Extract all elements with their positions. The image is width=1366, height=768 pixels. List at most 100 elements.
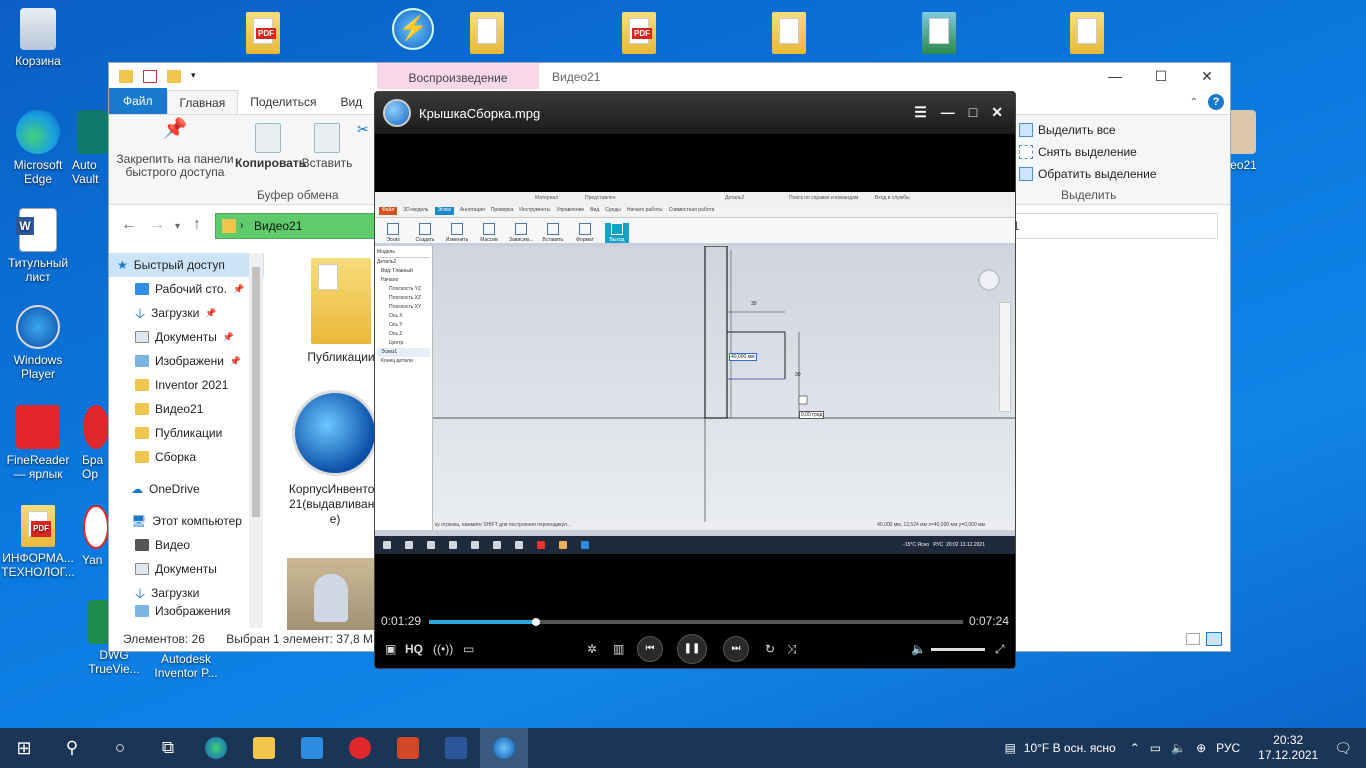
nav-pc-videos[interactable]: Видео xyxy=(109,533,264,557)
nav-item-documents[interactable]: Документы 📌 xyxy=(109,325,264,349)
desktop-icon-recycle-bin[interactable]: Корзина xyxy=(0,8,76,68)
nav-pc-downloads[interactable]: 🡣 Загрузки xyxy=(109,581,264,605)
tab-share[interactable]: Поделиться xyxy=(238,90,328,114)
details-view-icon[interactable] xyxy=(1186,633,1200,645)
weather-icon[interactable]: ▤ xyxy=(1004,741,1015,755)
volume-icon[interactable]: 🔈 xyxy=(1171,741,1186,755)
select-all-button[interactable]: Выделить все xyxy=(1019,123,1116,137)
shuffle-icon[interactable]: ⤨ xyxy=(787,642,797,657)
playlist-icon[interactable]: ☰ xyxy=(914,104,927,121)
open-file-icon[interactable]: ▣ xyxy=(385,642,396,656)
desktop-icon-autodesk-inventor[interactable]: Autodesk Inventor P... xyxy=(148,652,224,680)
tab-view[interactable]: Вид xyxy=(328,90,374,114)
large-icons-view-icon[interactable] xyxy=(1206,632,1222,646)
seek-bar[interactable] xyxy=(429,618,963,626)
network-icon[interactable]: ▭ xyxy=(1150,741,1161,755)
pause-button[interactable]: ❚❚ xyxy=(677,634,707,664)
taskbar-powerpoint[interactable] xyxy=(384,728,432,768)
fullscreen-icon[interactable]: ⤢ xyxy=(995,642,1005,657)
nav-pc-images[interactable]: Изображения xyxy=(109,605,264,617)
equalizer-icon[interactable]: ▥ xyxy=(613,642,624,656)
desktop-icon-finereader[interactable]: FineReader — ярлык xyxy=(0,405,76,481)
task-view-button[interactable]: ⧉ xyxy=(144,728,192,768)
maximize-icon[interactable]: □ xyxy=(969,104,977,121)
copy-button[interactable]: Копировать xyxy=(235,123,306,170)
maximize-button[interactable]: ☐ xyxy=(1138,63,1184,89)
nav-item-images[interactable]: Изображени 📌 xyxy=(109,349,264,373)
nav-item-inventor[interactable]: Inventor 2021 xyxy=(109,373,264,397)
video-thumbnail[interactable] xyxy=(287,558,375,630)
desktop-icon-title-page[interactable]: W Титульный лист xyxy=(0,208,76,284)
help-icon[interactable]: ? xyxy=(1208,94,1224,110)
settings-icon[interactable]: ✲ xyxy=(587,642,597,656)
desktop-doc-folder[interactable] xyxy=(470,12,504,54)
nav-item-assembly[interactable]: Сборка xyxy=(109,445,264,469)
seek-handle[interactable] xyxy=(531,618,540,626)
properties-icon[interactable] xyxy=(143,69,157,83)
desktop-pdf-folder-1[interactable]: PDF xyxy=(246,12,280,54)
nav-pc-documents[interactable]: Документы xyxy=(109,557,264,581)
nav-item-publications[interactable]: Публикации xyxy=(109,421,264,445)
desktop-icon-windows-player[interactable]: Windows Player xyxy=(0,305,76,381)
tab-file[interactable]: Файл xyxy=(109,88,167,114)
volume-icon[interactable]: 🔈 xyxy=(911,642,926,656)
paste-button[interactable]: Вставить xyxy=(301,123,353,170)
desktop-pdf-folder-2[interactable]: PDF xyxy=(622,12,656,54)
desktop-thunder-shortcut[interactable]: ⚡ xyxy=(392,8,434,50)
new-folder-icon[interactable] xyxy=(167,69,181,83)
minimize-icon[interactable]: — xyxy=(941,104,955,121)
language-indicator[interactable]: РУС xyxy=(1216,741,1240,755)
deselect-button[interactable]: Снять выделение xyxy=(1019,145,1137,159)
folder-icon[interactable] xyxy=(119,69,133,83)
invert-selection-button[interactable]: Обратить выделение xyxy=(1019,167,1157,181)
start-button[interactable]: ⊞ xyxy=(0,728,48,768)
quality-toggle[interactable]: HQ xyxy=(405,642,423,656)
back-arrow-icon[interactable]: ← xyxy=(121,216,137,234)
search-button[interactable]: ⚲ xyxy=(48,728,96,768)
desktop-icon-yandex[interactable]: Yan xyxy=(82,505,110,567)
address-bar[interactable]: › Видео21 xyxy=(215,213,375,239)
taskbar-explorer[interactable] xyxy=(240,728,288,768)
desktop-doc-folder-2[interactable] xyxy=(772,12,806,54)
nav-onedrive[interactable]: ☁ OneDrive xyxy=(109,477,264,501)
context-tab-playback[interactable]: Воспроизведение xyxy=(377,63,539,89)
nav-item-desktop[interactable]: Рабочий сто. 📌 xyxy=(109,277,264,301)
cortana-button[interactable]: ○ xyxy=(96,728,144,768)
nav-quick-access[interactable]: ★ Быстрый доступ xyxy=(109,253,264,277)
weather-text[interactable]: 10°F В осн. ясно xyxy=(1024,741,1116,755)
video-frame[interactable]: Материал Представлен Деталь2 Поиск по сп… xyxy=(375,192,1015,554)
desktop-icon-info-tech[interactable]: PDF ИНФОРМА... ТЕХНОЛОГ... xyxy=(0,505,76,579)
notifications-icon[interactable]: 🗨 xyxy=(1334,740,1352,757)
nav-item-video21[interactable]: Видео21 xyxy=(109,397,264,421)
taskbar-opera[interactable] xyxy=(336,728,384,768)
taskbar-mail[interactable] xyxy=(288,728,336,768)
recent-dropdown-icon[interactable]: ▾ xyxy=(175,221,180,232)
file-item-inventor-video[interactable]: КорпусИнвентор21(выдавливание) xyxy=(287,390,383,527)
nav-scrollbar[interactable] xyxy=(249,253,263,628)
screen-mode-icon[interactable]: ▭ xyxy=(463,642,474,656)
forward-arrow-icon[interactable]: → xyxy=(149,216,165,234)
minimize-button[interactable]: — xyxy=(1092,63,1138,89)
desktop-disc-folder[interactable] xyxy=(1070,12,1104,54)
close-button[interactable]: ✕ xyxy=(1184,63,1230,89)
clock[interactable]: 20:32 17.12.2021 xyxy=(1248,733,1328,763)
tray-chevron-icon[interactable]: ⌃ xyxy=(1130,741,1140,755)
collapse-ribbon-icon[interactable]: ⌃ xyxy=(1190,97,1198,108)
next-button[interactable]: ⏭ xyxy=(723,636,749,662)
taskbar-word[interactable] xyxy=(432,728,480,768)
pin-quick-access-button[interactable]: 📌 Закрепить на панели быстрого доступа xyxy=(115,119,235,179)
globe-icon[interactable]: ⊕ xyxy=(1196,741,1206,755)
nav-this-pc[interactable]: 🖥 Этот компьютер xyxy=(109,509,264,533)
desktop-icon-autodesk-vault[interactable]: Auto Vault xyxy=(72,110,112,186)
customize-dropdown-icon[interactable]: ▾ xyxy=(191,70,199,83)
desktop-icon-browser-opera[interactable]: Бра Ор xyxy=(82,405,110,481)
volume-slider[interactable] xyxy=(931,648,985,651)
taskbar-media-player[interactable] xyxy=(480,728,528,768)
nav-item-downloads[interactable]: 🡣 Загрузки 📌 xyxy=(109,301,264,325)
desktop-image-file[interactable] xyxy=(922,12,956,54)
cut-icon[interactable]: ✂ xyxy=(357,121,369,138)
desktop-icon-edge[interactable]: Microsoft Edge xyxy=(0,110,76,186)
taskbar-edge[interactable] xyxy=(192,728,240,768)
previous-button[interactable]: ⏮ xyxy=(637,636,663,662)
tab-home[interactable]: Главная xyxy=(166,90,239,114)
